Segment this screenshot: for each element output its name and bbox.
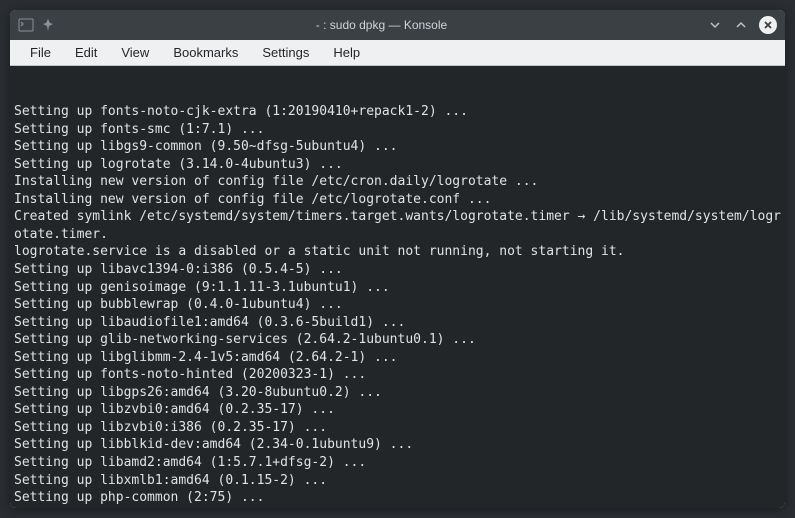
menu-bookmarks[interactable]: Bookmarks bbox=[161, 41, 250, 64]
minimize-button[interactable] bbox=[707, 17, 723, 33]
maximize-button[interactable] bbox=[733, 17, 749, 33]
terminal-line: Setting up genisoimage (9:1.1.11-3.1ubun… bbox=[14, 279, 781, 297]
terminal-line: Setting up libglibmm-2.4-1v5:amd64 (2.64… bbox=[14, 349, 781, 367]
terminal-line: Setting up libzvbi0:i386 (0.2.35-17) ... bbox=[14, 419, 781, 437]
menu-help[interactable]: Help bbox=[321, 41, 372, 64]
terminal-line: logrotate.service is a disabled or a sta… bbox=[14, 243, 781, 261]
menu-edit[interactable]: Edit bbox=[63, 41, 109, 64]
titlebar-left bbox=[18, 17, 56, 33]
titlebar[interactable]: - : sudo dpkg — Konsole bbox=[10, 10, 785, 40]
menubar: File Edit View Bookmarks Settings Help bbox=[10, 40, 785, 66]
terminal-line: Setting up php-common (2:75) ... bbox=[14, 489, 781, 507]
pin-icon[interactable] bbox=[40, 17, 56, 33]
menu-settings[interactable]: Settings bbox=[250, 41, 321, 64]
terminal-line: Setting up libgs9-common (9.50~dfsg-5ubu… bbox=[14, 138, 781, 156]
menu-file[interactable]: File bbox=[18, 41, 63, 64]
terminal-lines: Setting up fonts-noto-cjk-extra (1:20190… bbox=[14, 103, 781, 507]
terminal-line: Setting up glib-networking-services (2.6… bbox=[14, 331, 781, 349]
terminal-line: Setting up libaudiofile1:amd64 (0.3.6-5b… bbox=[14, 314, 781, 332]
terminal-line: Setting up libzvbi0:amd64 (0.2.35-17) ..… bbox=[14, 401, 781, 419]
menu-view[interactable]: View bbox=[109, 41, 161, 64]
window-title: - : sudo dpkg — Konsole bbox=[56, 18, 707, 32]
terminal-line: Setting up fonts-noto-hinted (20200323-1… bbox=[14, 366, 781, 384]
terminal-line: Setting up libxmlb1:amd64 (0.1.15-2) ... bbox=[14, 472, 781, 490]
terminal-line: Setting up libblkid-dev:amd64 (2.34-0.1u… bbox=[14, 436, 781, 454]
terminal-line: Setting up libamd2:amd64 (1:5.7.1+dfsg-2… bbox=[14, 454, 781, 472]
terminal-output[interactable]: Setting up fonts-noto-cjk-extra (1:20190… bbox=[10, 66, 785, 508]
terminal-line: Setting up logrotate (3.14.0-4ubuntu3) .… bbox=[14, 156, 781, 174]
terminal-line: Setting up fonts-smc (1:7.1) ... bbox=[14, 121, 781, 139]
window-controls bbox=[707, 16, 777, 34]
terminal-line: Setting up libavc1394-0:i386 (0.5.4-5) .… bbox=[14, 261, 781, 279]
konsole-window: - : sudo dpkg — Konsole File Edit View B… bbox=[10, 10, 785, 508]
close-button[interactable] bbox=[759, 16, 777, 34]
terminal-line: Setting up fonts-noto-cjk-extra (1:20190… bbox=[14, 103, 781, 121]
terminal-line: Setting up libgps26:amd64 (3.20-8ubuntu0… bbox=[14, 384, 781, 402]
terminal-line: Created symlink /etc/systemd/system/time… bbox=[14, 208, 781, 243]
terminal-line: Installing new version of config file /e… bbox=[14, 191, 781, 209]
terminal-app-icon bbox=[18, 17, 34, 33]
terminal-line: Installing new version of config file /e… bbox=[14, 173, 781, 191]
terminal-line: Setting up bubblewrap (0.4.0-1ubuntu4) .… bbox=[14, 296, 781, 314]
